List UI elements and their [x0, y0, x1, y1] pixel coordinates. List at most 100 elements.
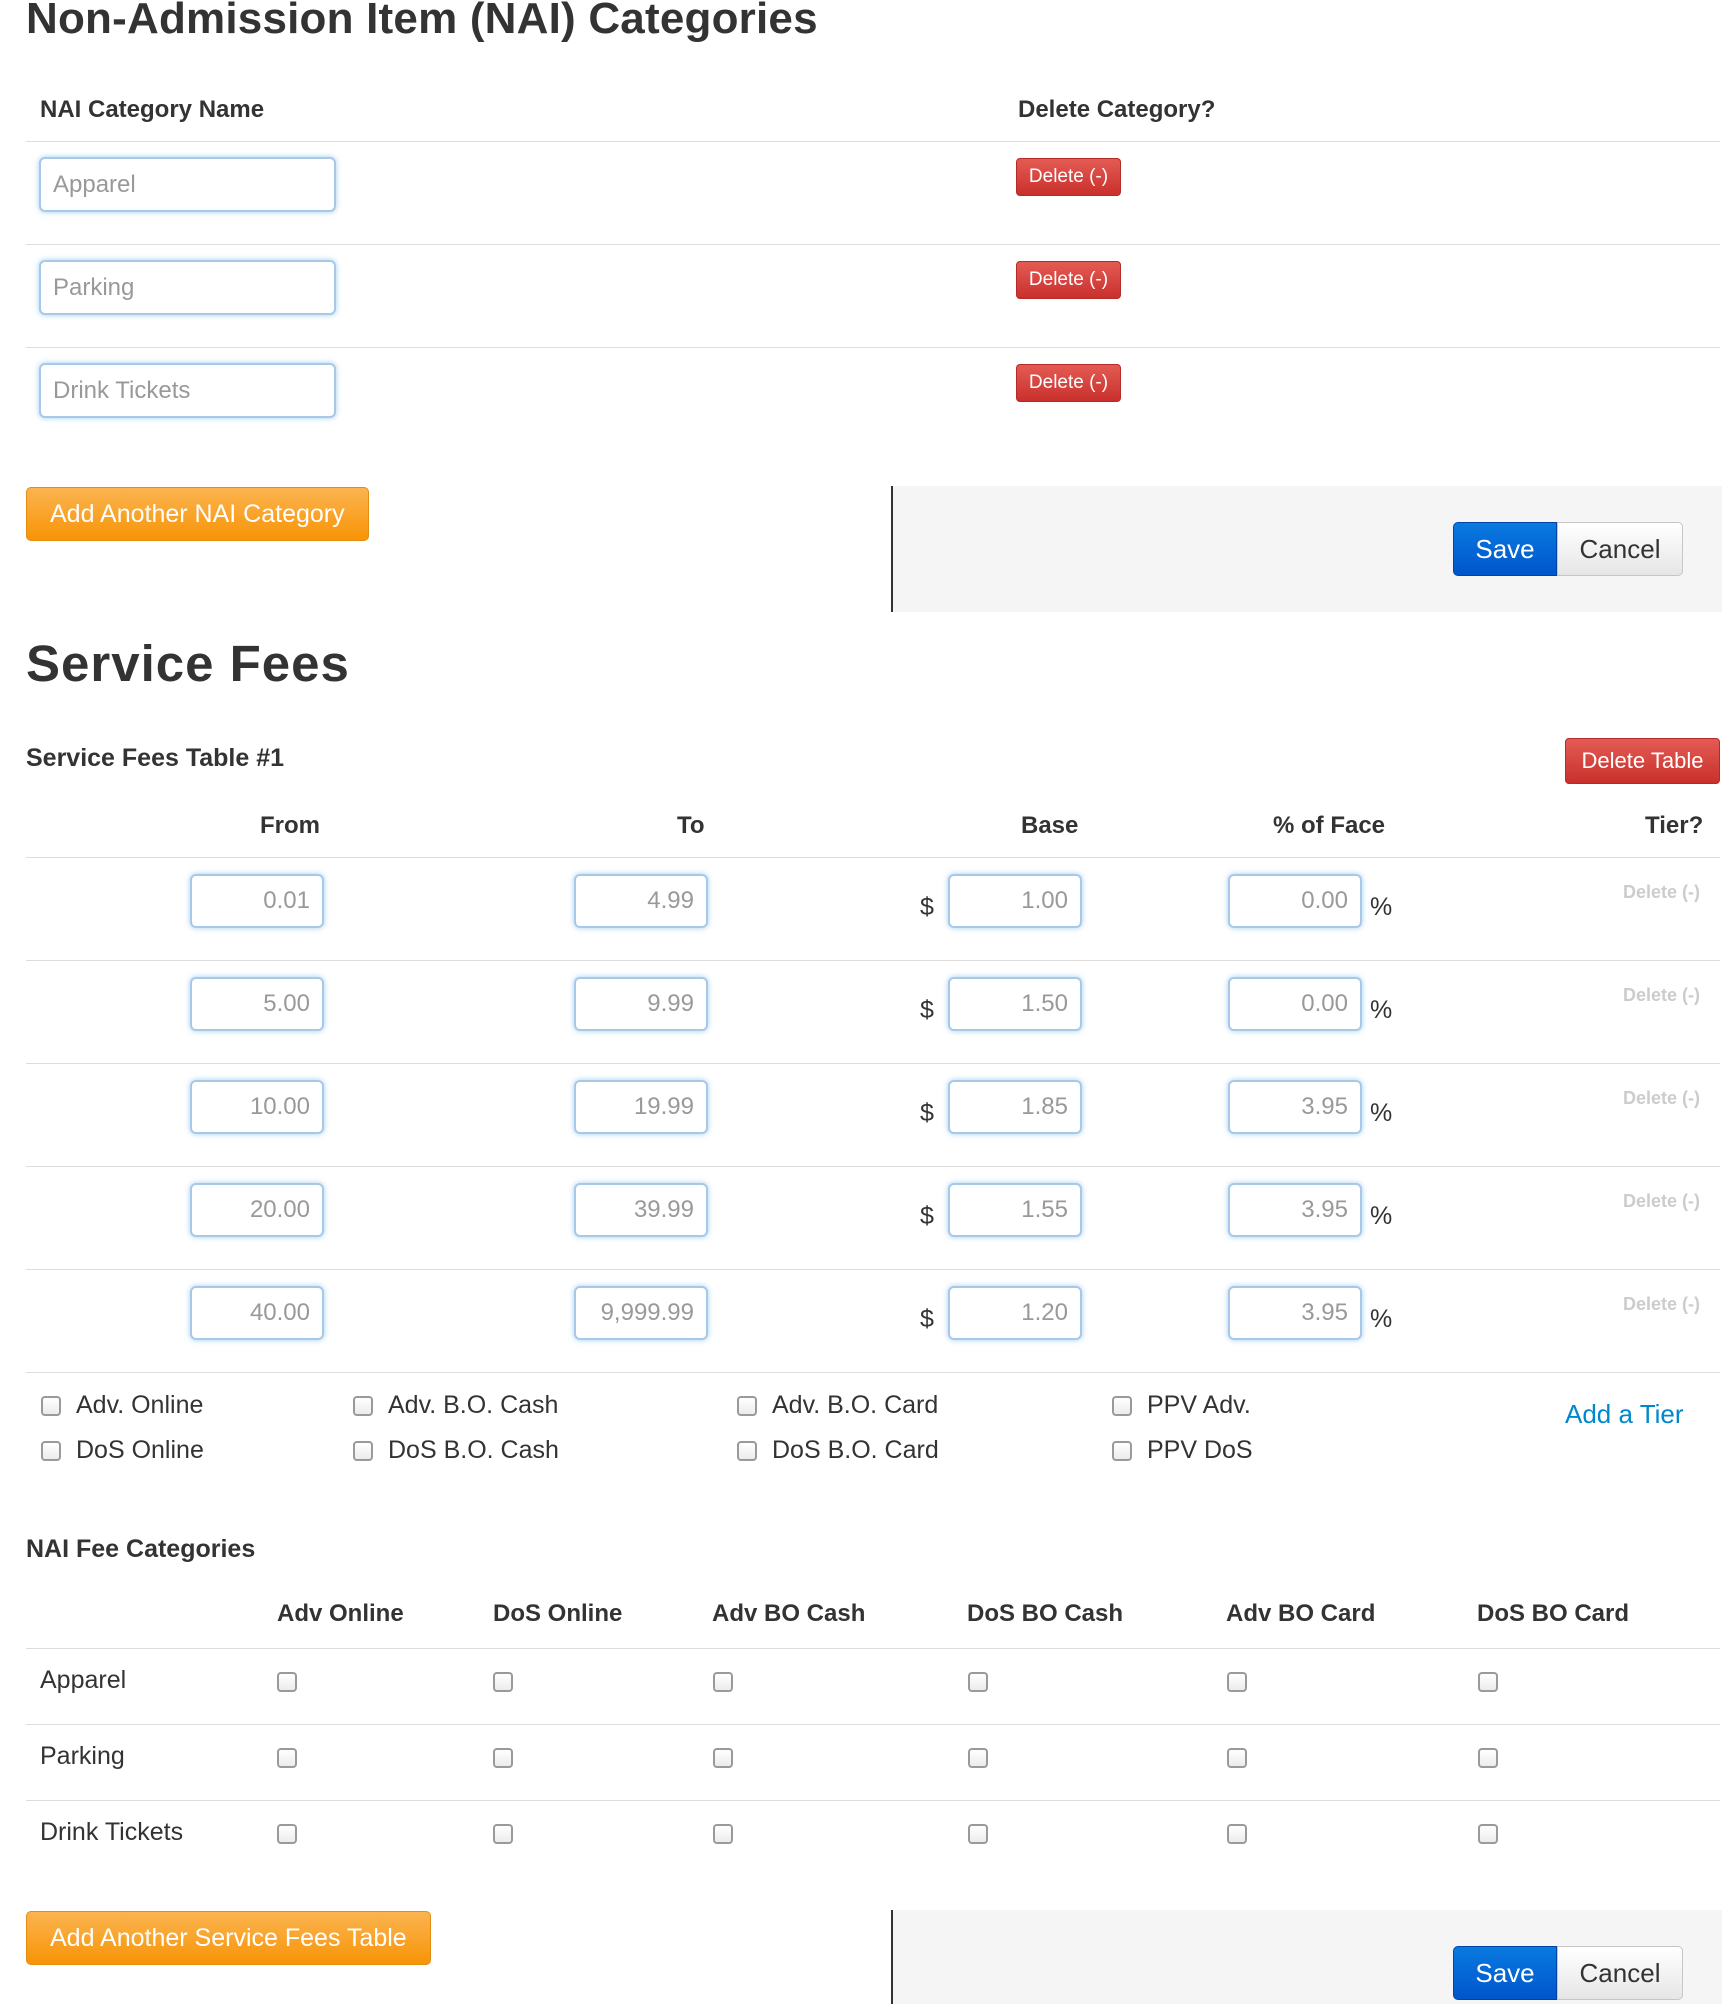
- row-divider: [26, 1269, 1720, 1270]
- delete-table-button[interactable]: Delete Table: [1565, 738, 1720, 784]
- tier-base-input[interactable]: [948, 977, 1082, 1031]
- tier-to-input[interactable]: [574, 1080, 708, 1134]
- channel-label: Adv. B.O. Cash: [388, 1391, 559, 1419]
- nai-category-delete-button[interactable]: Delete (-): [1016, 158, 1121, 196]
- channel-checkbox[interactable]: [41, 1396, 61, 1416]
- nai-category-delete-button[interactable]: Delete (-): [1016, 364, 1121, 402]
- channel-checkbox[interactable]: [737, 1441, 757, 1461]
- nai-fee-checkbox[interactable]: [277, 1672, 297, 1692]
- col-to-header: To: [677, 812, 705, 839]
- nai-fee-checkbox[interactable]: [1478, 1824, 1498, 1844]
- row-divider: [26, 244, 1720, 245]
- nai-fee-row-label: Drink Tickets: [40, 1818, 184, 1846]
- channel-label: PPV DoS: [1147, 1436, 1253, 1464]
- cancel-button[interactable]: Cancel: [1557, 522, 1683, 576]
- channel-checkbox[interactable]: [1112, 1441, 1132, 1461]
- tier-pct-input[interactable]: [1228, 1183, 1362, 1237]
- service-fees-form-actions: Save Cancel: [891, 1910, 1722, 2004]
- channel-label: PPV Adv.: [1147, 1391, 1251, 1419]
- add-service-fees-table-button[interactable]: Add Another Service Fees Table: [26, 1911, 431, 1965]
- nai-fee-checkbox[interactable]: [713, 1672, 733, 1692]
- channel-checkbox[interactable]: [353, 1396, 373, 1416]
- nai-fee-header-divider: [26, 1648, 1720, 1649]
- nai-fee-checkbox[interactable]: [713, 1748, 733, 1768]
- nai-fee-checkbox[interactable]: [968, 1824, 988, 1844]
- col-from-header: From: [260, 812, 320, 839]
- row-divider: [26, 1800, 1720, 1801]
- percent-symbol: %: [1370, 1099, 1393, 1127]
- tier-base-input[interactable]: [948, 1080, 1082, 1134]
- channel-label: Adv. Online: [76, 1391, 204, 1419]
- percent-symbol: %: [1370, 1202, 1393, 1230]
- nai-category-name-input[interactable]: [39, 363, 336, 418]
- nai-fee-categories-title: NAI Fee Categories: [26, 1535, 256, 1563]
- nai-fee-col-header: Adv Online: [277, 1600, 404, 1627]
- tier-delete-button[interactable]: Delete (-): [1623, 985, 1700, 1006]
- tier-to-input[interactable]: [574, 1286, 708, 1340]
- tier-from-input[interactable]: [190, 1286, 324, 1340]
- tier-pct-input[interactable]: [1228, 977, 1362, 1031]
- tier-from-input[interactable]: [190, 1183, 324, 1237]
- nai-header-divider: [26, 141, 1720, 142]
- row-divider: [26, 1724, 1720, 1725]
- row-divider: [26, 1166, 1720, 1167]
- row-divider: [26, 960, 1720, 961]
- nai-fee-row-label: Apparel: [40, 1666, 127, 1694]
- nai-category-name-input[interactable]: [39, 260, 336, 315]
- nai-fee-row-label: Parking: [40, 1742, 125, 1770]
- channel-label: DoS B.O. Cash: [388, 1436, 559, 1464]
- channel-checkbox[interactable]: [737, 1396, 757, 1416]
- nai-fee-checkbox[interactable]: [493, 1672, 513, 1692]
- nai-fee-checkbox[interactable]: [1478, 1672, 1498, 1692]
- col-tier-header: Tier?: [1645, 812, 1704, 839]
- tier-delete-button[interactable]: Delete (-): [1623, 1191, 1700, 1212]
- row-divider: [26, 1372, 1720, 1373]
- tier-pct-input[interactable]: [1228, 874, 1362, 928]
- tier-base-input[interactable]: [948, 1183, 1082, 1237]
- channel-checkbox[interactable]: [1112, 1396, 1132, 1416]
- channel-checkbox[interactable]: [41, 1441, 61, 1461]
- add-nai-category-button[interactable]: Add Another NAI Category: [26, 487, 369, 541]
- tier-to-input[interactable]: [574, 977, 708, 1031]
- nai-col-name-header: NAI Category Name: [40, 96, 265, 123]
- nai-fee-checkbox[interactable]: [968, 1748, 988, 1768]
- nai-fee-checkbox[interactable]: [1227, 1672, 1247, 1692]
- tier-from-input[interactable]: [190, 874, 324, 928]
- save-button[interactable]: Save: [1453, 1946, 1557, 2000]
- channel-checkbox[interactable]: [353, 1441, 373, 1461]
- tier-from-input[interactable]: [190, 977, 324, 1031]
- col-pct-face-header: % of Face: [1273, 812, 1386, 839]
- nai-fee-checkbox[interactable]: [493, 1824, 513, 1844]
- nai-fee-col-header: Adv BO Card: [1226, 1600, 1376, 1627]
- channel-label: DoS B.O. Card: [772, 1436, 939, 1464]
- nai-category-name-input[interactable]: [39, 157, 336, 212]
- nai-fee-col-header: DoS BO Cash: [967, 1600, 1124, 1627]
- save-button[interactable]: Save: [1453, 522, 1557, 576]
- nai-fee-checkbox[interactable]: [713, 1824, 733, 1844]
- tier-base-input[interactable]: [948, 874, 1082, 928]
- currency-symbol: $: [920, 893, 934, 921]
- nai-fee-checkbox[interactable]: [277, 1824, 297, 1844]
- tier-delete-button[interactable]: Delete (-): [1623, 882, 1700, 903]
- percent-symbol: %: [1370, 893, 1393, 921]
- tier-pct-input[interactable]: [1228, 1286, 1362, 1340]
- currency-symbol: $: [920, 1305, 934, 1333]
- currency-symbol: $: [920, 996, 934, 1024]
- tier-from-input[interactable]: [190, 1080, 324, 1134]
- cancel-button[interactable]: Cancel: [1557, 1946, 1683, 2000]
- currency-symbol: $: [920, 1099, 934, 1127]
- nai-fee-checkbox[interactable]: [1227, 1824, 1247, 1844]
- tier-delete-button[interactable]: Delete (-): [1623, 1294, 1700, 1315]
- nai-fee-checkbox[interactable]: [1227, 1748, 1247, 1768]
- tier-base-input[interactable]: [948, 1286, 1082, 1340]
- tier-delete-button[interactable]: Delete (-): [1623, 1088, 1700, 1109]
- nai-fee-checkbox[interactable]: [1478, 1748, 1498, 1768]
- add-tier-link[interactable]: Add a Tier: [1565, 1399, 1684, 1430]
- tier-to-input[interactable]: [574, 874, 708, 928]
- nai-category-delete-button[interactable]: Delete (-): [1016, 261, 1121, 299]
- tier-pct-input[interactable]: [1228, 1080, 1362, 1134]
- tier-to-input[interactable]: [574, 1183, 708, 1237]
- nai-fee-checkbox[interactable]: [277, 1748, 297, 1768]
- nai-fee-checkbox[interactable]: [493, 1748, 513, 1768]
- nai-fee-checkbox[interactable]: [968, 1672, 988, 1692]
